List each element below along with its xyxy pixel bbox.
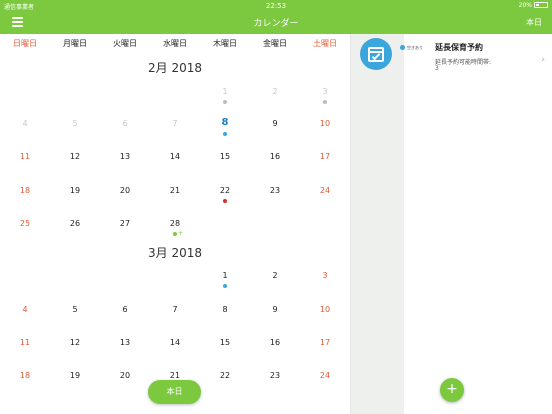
calendar-day[interactable]: 9 bbox=[250, 305, 300, 314]
event-status-dot bbox=[400, 45, 405, 50]
battery-percent: 20% bbox=[518, 2, 532, 9]
calendar-day[interactable]: 26 bbox=[50, 219, 100, 228]
calendar-day[interactable]: 21 bbox=[150, 371, 200, 380]
battery-indicator: 20% bbox=[519, 2, 548, 9]
calendar-day[interactable]: 7 bbox=[150, 119, 200, 128]
calendar-day[interactable]: 4 bbox=[0, 305, 50, 314]
calendar-day[interactable]: 19 bbox=[50, 186, 100, 195]
availability-badge: 空きあり bbox=[407, 45, 423, 50]
event-value: 3 bbox=[435, 65, 439, 72]
calendar-day[interactable]: 10 bbox=[300, 119, 350, 128]
month-title: 3月 2018 bbox=[148, 246, 202, 260]
more-events-plus-icon: + bbox=[178, 230, 184, 237]
calendar-day[interactable]: 1 bbox=[200, 271, 250, 280]
event-indicator-dot bbox=[223, 132, 227, 136]
calendar-day[interactable]: 6 bbox=[100, 119, 150, 128]
calendar-day[interactable]: 2 bbox=[250, 271, 300, 280]
event-indicator-dot bbox=[173, 232, 177, 236]
event-sidebar-strip bbox=[351, 34, 404, 414]
page-title: カレンダー bbox=[253, 19, 299, 29]
calendar-day[interactable]: 5 bbox=[50, 119, 100, 128]
calendar-day[interactable]: 13 bbox=[100, 152, 150, 161]
weekday-wednesday: 水曜日 bbox=[163, 39, 187, 48]
calendar-day[interactable]: 15 bbox=[200, 338, 250, 347]
calendar-day[interactable]: 12 bbox=[50, 338, 100, 347]
calendar-day[interactable]: 11 bbox=[0, 152, 50, 161]
calendar-day[interactable]: 10 bbox=[300, 305, 350, 314]
calendar-day[interactable]: 3 bbox=[300, 87, 350, 96]
calendar-day[interactable]: 20 bbox=[100, 371, 150, 380]
weekday-sunday: 日曜日 bbox=[13, 39, 37, 48]
status-bar: 通信事業者 22:53 20% bbox=[0, 0, 552, 12]
calendar-day[interactable]: 14 bbox=[150, 338, 200, 347]
weekday-saturday: 土曜日 bbox=[313, 39, 337, 48]
calendar-day[interactable]: 12 bbox=[50, 152, 100, 161]
event-title: 延長保育予約 bbox=[435, 43, 483, 52]
event-indicator-dot bbox=[223, 284, 227, 288]
nav-bar: カレンダー 本日 bbox=[0, 12, 552, 34]
add-button[interactable]: + bbox=[440, 378, 464, 402]
calendar-day[interactable]: 22 bbox=[200, 371, 250, 380]
calendar-day[interactable]: 20 bbox=[100, 186, 150, 195]
calendar-day[interactable]: 3 bbox=[300, 271, 350, 280]
calendar-day[interactable]: 19 bbox=[50, 371, 100, 380]
clock: 22:53 bbox=[265, 2, 287, 10]
month-title: 2月 2018 bbox=[148, 61, 202, 75]
calendar-day[interactable]: 18 bbox=[0, 186, 50, 195]
event-indicator-dot bbox=[323, 100, 327, 104]
calendar-check-icon bbox=[360, 38, 392, 70]
weekday-header: 日曜日 月曜日 火曜日 水曜日 木曜日 金曜日 土曜日 bbox=[0, 38, 350, 52]
event-indicator-dot bbox=[223, 199, 227, 203]
calendar-day[interactable]: 9 bbox=[250, 119, 300, 128]
calendar-scroll[interactable]: 2月 2018 1 2 3 4 5 6 7 8 9 10 11 12 13 14 15 16 17 18 19 20 21… bbox=[0, 52, 350, 414]
weekday-friday: 金曜日 bbox=[263, 39, 287, 48]
calendar-day[interactable]: 8 bbox=[200, 305, 250, 314]
calendar-day[interactable]: 16 bbox=[250, 152, 300, 161]
calendar-day[interactable]: 13 bbox=[100, 338, 150, 347]
calendar-day[interactable]: 4 bbox=[0, 119, 50, 128]
calendar-day[interactable]: 18 bbox=[0, 371, 50, 380]
chevron-right-icon: › bbox=[541, 55, 545, 65]
event-indicator-dot bbox=[223, 100, 227, 104]
calendar-day[interactable]: 16 bbox=[250, 338, 300, 347]
calendar-day[interactable]: 17 bbox=[300, 152, 350, 161]
calendar-day[interactable]: 5 bbox=[50, 305, 100, 314]
battery-icon bbox=[534, 2, 548, 8]
calendar-day[interactable]: 27 bbox=[100, 219, 150, 228]
calendar-day[interactable]: 8 bbox=[200, 117, 250, 128]
calendar-day[interactable]: 1 bbox=[200, 87, 250, 96]
calendar-day[interactable]: 6 bbox=[100, 305, 150, 314]
calendar-day[interactable]: 23 bbox=[250, 371, 300, 380]
today-pill-button[interactable]: 本日 bbox=[148, 380, 201, 404]
calendar-day[interactable]: 7 bbox=[150, 305, 200, 314]
weekday-tuesday: 火曜日 bbox=[113, 39, 137, 48]
calendar-day[interactable]: 25 bbox=[0, 219, 50, 228]
calendar-day[interactable]: 14 bbox=[150, 152, 200, 161]
event-list-item[interactable]: 空きあり 延長保育予約 延長予約可能時間帯: 3 › bbox=[400, 38, 552, 78]
weekday-monday: 月曜日 bbox=[63, 39, 87, 48]
event-subtitle: 延長予約可能時間帯: bbox=[435, 59, 492, 66]
calendar-day[interactable]: 21 bbox=[150, 186, 200, 195]
today-button[interactable]: 本日 bbox=[526, 17, 542, 28]
weekday-thursday: 木曜日 bbox=[213, 39, 237, 48]
calendar-day[interactable]: 11 bbox=[0, 338, 50, 347]
calendar-day[interactable]: 17 bbox=[300, 338, 350, 347]
calendar-day[interactable]: 23 bbox=[250, 186, 300, 195]
calendar-day[interactable]: 24 bbox=[300, 371, 350, 380]
calendar-day[interactable]: 22 bbox=[200, 186, 250, 195]
calendar-day[interactable]: 15 bbox=[200, 152, 250, 161]
calendar-day[interactable]: 2 bbox=[250, 87, 300, 96]
calendar-day[interactable]: 28 bbox=[150, 219, 200, 228]
calendar-day[interactable]: 24 bbox=[300, 186, 350, 195]
